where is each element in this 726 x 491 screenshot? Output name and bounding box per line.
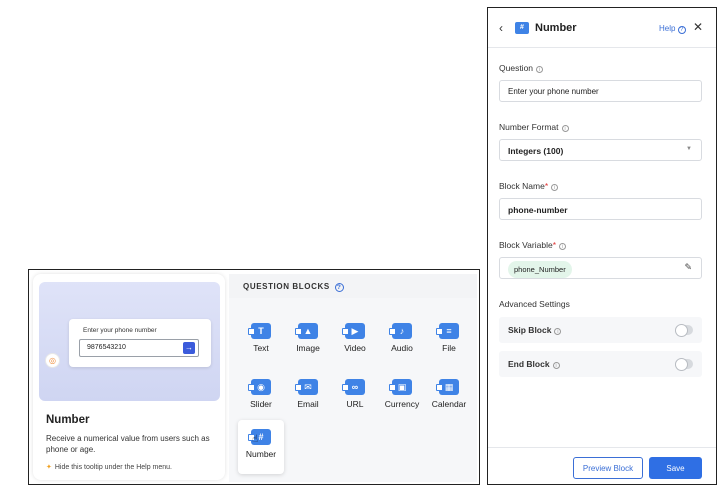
chevron-left-icon[interactable]: ‹ <box>499 21 503 35</box>
block-name-label: Block Name* i <box>499 181 559 191</box>
video-block-icon: ▶ <box>342 323 365 339</box>
info-icon: i <box>554 328 562 335</box>
preview-block-button[interactable]: Preview Block <box>573 457 643 479</box>
variable-chip[interactable]: phone_Number <box>508 261 572 278</box>
help-link[interactable]: Help ? <box>659 24 686 34</box>
caret-down-icon: ▼ <box>686 146 692 152</box>
block-calendar[interactable]: ▦ Calendar <box>426 370 472 420</box>
block-email[interactable]: ✉ Email <box>285 370 331 420</box>
image-block-icon: ▲ <box>295 323 318 339</box>
block-label: Currency <box>384 399 420 409</box>
block-number[interactable]: # Number ☝ <box>238 420 284 474</box>
text-block-icon: T <box>248 323 271 339</box>
block-name-label-text: Block Name <box>499 181 545 191</box>
preview-question-box: Enter your phone number 9876543210 → <box>69 319 211 367</box>
close-icon[interactable]: ✕ <box>693 20 703 34</box>
number-format-label-text: Number Format <box>499 122 559 132</box>
block-image[interactable]: ▲ Image <box>285 314 331 364</box>
tooltip-preview: Enter your phone number 9876543210 → ◎ <box>39 282 220 401</box>
block-name-value: phone-number <box>508 205 568 215</box>
number-format-label: Number Format i <box>499 122 569 132</box>
block-label: File <box>442 343 456 353</box>
info-icon: i <box>536 66 544 73</box>
panel-header: ‹ # Number Help ? ✕ <box>488 8 716 48</box>
question-label-text: Question <box>499 63 534 73</box>
tooltip-hint-text: Hide this tooltip under the Help menu. <box>54 464 172 471</box>
block-file[interactable]: ≡ File <box>426 314 472 364</box>
panel-footer: Preview Block Save <box>488 447 716 485</box>
block-label: Video <box>344 343 366 353</box>
email-block-icon: ✉ <box>295 379 318 395</box>
help-circle-icon: ? <box>677 26 686 34</box>
block-text[interactable]: T Text <box>238 314 284 364</box>
info-icon: i <box>551 184 559 191</box>
preview-number-input: 9876543210 → <box>79 339 199 357</box>
skip-block-label: Skip Block i <box>508 325 562 335</box>
preview-input-value: 9876543210 <box>87 344 126 351</box>
required-marker: * <box>544 181 549 191</box>
block-variable-label-text: Block Variable <box>499 240 553 250</box>
help-label: Help <box>659 24 676 33</box>
required-marker: * <box>552 240 557 250</box>
question-input-value: Enter your phone number <box>508 87 599 96</box>
number-format-select[interactable]: Integers (100) ▼ <box>499 139 702 161</box>
slider-block-icon: ◉ <box>248 379 271 395</box>
link-block-icon: ∞ <box>342 379 365 395</box>
tooltip-hint: ✦ Hide this tooltip under the Help menu. <box>46 463 172 471</box>
end-block-toggle[interactable] <box>675 358 693 371</box>
skip-block-toggle[interactable] <box>675 324 693 337</box>
wallet-block-icon: ▣ <box>389 379 412 395</box>
block-variable-label: Block Variable* i <box>499 240 567 250</box>
info-icon: i <box>561 125 569 132</box>
block-label: Email <box>297 399 319 409</box>
calendar-block-icon: ▦ <box>436 379 459 395</box>
block-label: Calendar <box>431 399 467 409</box>
question-block-picker: Enter your phone number 9876543210 → ◎ N… <box>28 269 480 485</box>
block-variable-field: phone_Number ✎ <box>499 257 702 279</box>
block-video[interactable]: ▶ Video <box>332 314 378 364</box>
tooltip-title: Number <box>46 414 90 426</box>
advanced-settings-label: Advanced Settings <box>499 299 570 309</box>
file-block-icon: ≡ <box>436 323 459 339</box>
preview-question-label: Enter your phone number <box>83 327 157 334</box>
block-label: Text <box>253 343 269 353</box>
end-block-label-text: End Block <box>508 359 550 369</box>
question-blocks-grid: T Text ▲ Image ▶ Video ♪ Audio ≡ File ◉ … <box>229 298 477 482</box>
block-label: Number <box>245 449 277 459</box>
number-format-value: Integers (100) <box>508 146 564 156</box>
end-block-row: End Block i <box>499 351 702 377</box>
help-circle-icon[interactable]: ? <box>334 283 344 292</box>
block-slider[interactable]: ◉ Slider <box>238 370 284 420</box>
end-block-label: End Block i <box>508 359 560 369</box>
lightbulb-icon: ✦ <box>46 464 52 471</box>
hash-block-icon: # <box>515 22 529 34</box>
question-blocks-title: QUESTION BLOCKS <box>243 282 330 291</box>
block-audio[interactable]: ♪ Audio <box>379 314 425 364</box>
block-config-panel: ‹ # Number Help ? ✕ Question i Enter your… <box>487 7 717 485</box>
info-icon: i <box>559 243 567 250</box>
question-blocks-header: QUESTION BLOCKS ? <box>229 274 477 298</box>
block-url[interactable]: ∞ URL <box>332 370 378 420</box>
skip-block-row: Skip Block i <box>499 317 702 343</box>
skip-block-label-text: Skip Block <box>508 325 552 335</box>
question-input[interactable]: Enter your phone number <box>499 80 702 102</box>
pencil-edit-icon[interactable]: ✎ <box>684 262 692 273</box>
question-label: Question i <box>499 63 544 73</box>
block-label: Audio <box>391 343 413 353</box>
block-name-input[interactable]: phone-number <box>499 198 702 220</box>
block-label: URL <box>346 399 364 409</box>
block-tooltip: Enter your phone number 9876543210 → ◎ N… <box>33 274 225 480</box>
block-label: Image <box>296 343 320 353</box>
save-button[interactable]: Save <box>649 457 702 479</box>
panel-title: Number <box>535 22 577 34</box>
block-label: Slider <box>250 399 272 409</box>
hand-cursor-icon: ☝ <box>252 434 259 445</box>
audio-block-icon: ♪ <box>389 323 412 339</box>
block-currency[interactable]: ▣ Currency <box>379 370 425 420</box>
tooltip-description: Receive a numerical value from users suc… <box>46 434 210 454</box>
bot-avatar-icon: ◎ <box>45 353 60 368</box>
arrow-right-icon: → <box>183 342 195 354</box>
info-icon: i <box>552 362 560 369</box>
